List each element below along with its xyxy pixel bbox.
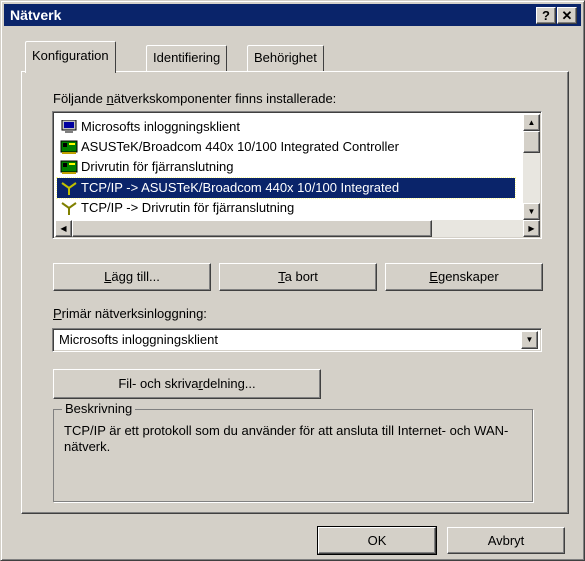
monitor-icon <box>61 120 77 133</box>
list-item[interactable]: TCP/IP -> Drivrutin för fjärranslutning <box>57 198 515 218</box>
tab-identifiering[interactable]: Identifiering <box>146 45 228 71</box>
close-button[interactable]: ✕ <box>557 7 577 24</box>
list-item-selected[interactable]: TCP/IP -> ASUSTeK/Broadcom 440x 10/100 I… <box>56 177 516 199</box>
list-item[interactable]: Microsofts inloggningsklient <box>57 117 515 137</box>
description-title: Beskrivning <box>62 401 136 416</box>
list-item[interactable]: Drivrutin för fjärranslutning <box>57 157 515 177</box>
add-button[interactable]: Lägg till... <box>53 263 211 291</box>
description-group: Beskrivning TCP/IP är ett protokoll som … <box>53 401 533 502</box>
primary-logon-value: Microsofts inloggningsklient <box>59 332 218 347</box>
protocol-icon <box>61 182 77 195</box>
scroll-thumb[interactable] <box>523 131 540 153</box>
network-dialog: Nätverk ? ✕ Konfiguration Identifiering … <box>0 0 585 561</box>
scroll-left-button[interactable]: ◀ <box>55 220 72 237</box>
network-card-icon <box>60 160 78 174</box>
scroll-down-button[interactable]: ▼ <box>523 203 540 220</box>
cancel-button[interactable]: Avbryt <box>447 527 565 554</box>
description-text: TCP/IP är ett protokoll som du använder … <box>64 423 509 454</box>
ok-button[interactable]: OK <box>317 526 437 555</box>
remove-button[interactable]: Ta bort <box>219 263 377 291</box>
window-title: Nätverk <box>10 7 62 23</box>
properties-button[interactable]: Egenskaper <box>385 263 543 291</box>
title-bar[interactable]: Nätverk ? ✕ <box>4 4 581 26</box>
vertical-scrollbar[interactable]: ▲ ▼ <box>523 114 540 220</box>
scroll-right-button[interactable]: ▶ <box>523 220 540 237</box>
help-button[interactable]: ? <box>536 7 556 24</box>
primary-logon-label: Primär nätverksinloggning: <box>53 306 207 321</box>
tab-konfiguration[interactable]: Konfiguration <box>25 41 116 73</box>
file-print-sharing-button[interactable]: Fil- och skrivardelning... <box>53 369 321 399</box>
scroll-thumb-horizontal[interactable] <box>72 220 432 237</box>
primary-logon-select[interactable]: Microsofts inloggningsklient ▼ <box>52 328 542 352</box>
protocol-icon <box>61 202 77 215</box>
network-card-icon <box>60 140 78 154</box>
dropdown-arrow-icon[interactable]: ▼ <box>521 331 538 349</box>
tab-behorighet[interactable]: Behörighet <box>247 45 324 71</box>
horizontal-scrollbar[interactable]: ◀ ▶ <box>55 220 540 237</box>
list-item[interactable]: ASUSTeK/Broadcom 440x 10/100 Integrated … <box>57 137 515 157</box>
components-label: Följande nätverkskomponenter finns insta… <box>53 91 337 106</box>
scroll-up-button[interactable]: ▲ <box>523 114 540 131</box>
components-list[interactable]: Microsofts inloggningsklient ASUSTeK/Bro… <box>52 111 542 239</box>
